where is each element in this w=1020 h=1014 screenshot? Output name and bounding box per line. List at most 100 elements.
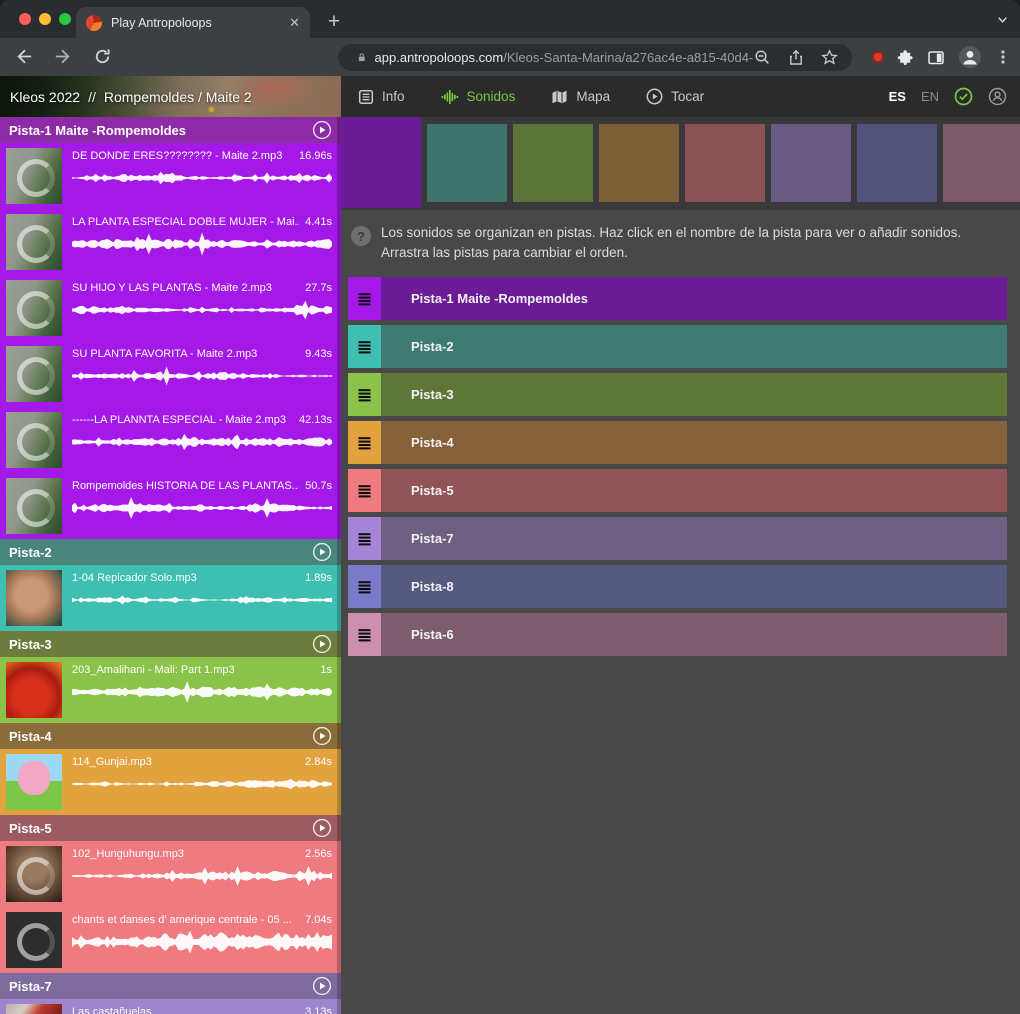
clip-item[interactable]: 114_Gunjai.mp32.84s [0,749,341,815]
drag-handle[interactable] [348,373,381,416]
play-track-button[interactable] [312,976,332,996]
play-track-button[interactable] [312,120,332,140]
clip-item[interactable]: Las castañuelas3.13s [0,999,341,1014]
track-color-swatch[interactable] [513,124,593,202]
track-row[interactable]: Pista-7 [348,517,1007,560]
url-bar[interactable]: app.antropoloops.com /Kleos-Santa-Marina… [338,44,852,71]
account-icon[interactable] [988,87,1007,106]
clip-waveform[interactable] [72,297,332,323]
track-color-swatch[interactable] [599,124,679,202]
clip-item[interactable]: 1-04 Repicador Solo.mp31.89s [0,565,341,631]
play-track-button[interactable] [312,542,332,562]
zoom-page-icon[interactable] [754,49,771,66]
clip-waveform[interactable] [72,587,332,613]
track-header[interactable]: Pista-4 [0,723,341,749]
side-panel-icon[interactable] [927,49,945,66]
clip-waveform[interactable] [72,231,332,257]
track-row[interactable]: Pista-5 [348,469,1007,512]
track-header[interactable]: Pista-7 [0,973,341,999]
track-row-body[interactable]: Pista-7 [381,517,1007,560]
clip-item[interactable]: Rompemoldes HISTORIA DE LAS PLANTAS...50… [0,473,341,539]
tab-tocar[interactable]: Tocar [646,88,704,105]
lang-en-button[interactable]: EN [921,89,939,104]
track-row[interactable]: Pista-6 [348,613,1007,656]
back-button[interactable] [14,46,35,67]
play-track-button[interactable] [312,818,332,838]
minimize-window-button[interactable] [39,13,51,25]
drag-handle[interactable] [348,277,381,320]
track-row[interactable]: Pista-3 [348,373,1007,416]
clip-item[interactable]: LA PLANTA ESPECIAL DOBLE MUJER - Mai...4… [0,209,341,275]
track-row[interactable]: Pista-4 [348,421,1007,464]
saved-check-icon[interactable] [954,87,973,106]
clip-waveform[interactable] [72,429,332,455]
play-track-button[interactable] [312,726,332,746]
track-row-name[interactable]: Pista-2 [411,339,454,354]
track-row-body[interactable]: Pista-8 [381,565,1007,608]
track-row[interactable]: Pista-1 Maite -Rompemoldes [348,277,1007,320]
drag-handle[interactable] [348,613,381,656]
track-row-body[interactable]: Pista-4 [381,421,1007,464]
clip-waveform[interactable] [72,929,332,955]
clip-waveform[interactable] [72,363,332,389]
track-row-body[interactable]: Pista-3 [381,373,1007,416]
track-row[interactable]: Pista-8 [348,565,1007,608]
lang-es-button[interactable]: ES [889,89,906,104]
track-color-swatch[interactable] [685,124,765,202]
track-row-body[interactable]: Pista-6 [381,613,1007,656]
track-row[interactable]: Pista-2 [348,325,1007,368]
track-color-swatch[interactable] [341,117,421,208]
track-color-swatch[interactable] [857,124,937,202]
track-row-body[interactable]: Pista-5 [381,469,1007,512]
clip-item[interactable]: ------LA PLANNTA ESPECIAL - Maite 2.mp34… [0,407,341,473]
share-icon[interactable] [788,49,804,66]
track-row-body[interactable]: Pista-1 Maite -Rompemoldes [381,277,1007,320]
record-indicator-icon[interactable] [872,51,884,63]
profile-avatar[interactable] [958,45,982,69]
clip-waveform[interactable] [72,679,332,705]
bookmark-star-icon[interactable] [821,49,838,66]
track-header[interactable]: Pista-3 [0,631,341,657]
clip-item[interactable]: DE DONDE ERES???????? - Maite 2.mp316.96… [0,143,341,209]
clip-waveform[interactable] [72,771,332,797]
drag-handle[interactable] [348,469,381,512]
track-row-name[interactable]: Pista-7 [411,531,454,546]
drag-handle[interactable] [348,565,381,608]
play-track-button[interactable] [312,634,332,654]
track-color-swatch[interactable] [771,124,851,202]
drag-handle[interactable] [348,517,381,560]
track-color-swatch[interactable] [427,124,507,202]
tab-info[interactable]: Info [358,89,405,105]
browser-tab[interactable]: Play Antropoloops ✕ [76,7,310,38]
track-color-swatch[interactable] [943,124,1020,202]
forward-button[interactable] [52,46,73,67]
track-row-name[interactable]: Pista-6 [411,627,454,642]
clip-item[interactable]: chants et danses d' amerique centrale - … [0,907,341,973]
drag-handle[interactable] [348,325,381,368]
track-row-name[interactable]: Pista-8 [411,579,454,594]
track-header[interactable]: Pista-5 [0,815,341,841]
track-header[interactable]: Pista-2 [0,539,341,565]
clip-item[interactable]: 203_Amalihani - Mali: Part 1.mp31s [0,657,341,723]
tab-mapa[interactable]: Mapa [551,89,610,105]
tab-search-chevron-icon[interactable] [995,12,1010,27]
track-row-name[interactable]: Pista-5 [411,483,454,498]
track-row-name[interactable]: Pista-1 Maite -Rompemoldes [411,291,588,306]
tab-close-icon[interactable]: ✕ [283,15,300,31]
new-tab-button[interactable]: + [320,8,348,36]
clip-item[interactable]: 102_Hunguhungu.mp32.56s [0,841,341,907]
drag-handle[interactable] [348,421,381,464]
zoom-window-button[interactable] [59,13,71,25]
track-row-body[interactable]: Pista-2 [381,325,1007,368]
clip-item[interactable]: SU PLANTA FAVORITA - Maite 2.mp39.43s [0,341,341,407]
track-row-name[interactable]: Pista-3 [411,387,454,402]
extensions-puzzle-icon[interactable] [897,49,914,66]
reload-button[interactable] [92,46,113,67]
clip-waveform[interactable] [72,495,332,521]
clip-waveform[interactable] [72,863,332,889]
close-window-button[interactable] [19,13,31,25]
tab-sonidos[interactable]: Sonidos [441,89,516,105]
clip-item[interactable]: SU HIJO Y LAS PLANTAS - Maite 2.mp327.7s [0,275,341,341]
clip-waveform[interactable] [72,165,332,191]
browser-menu-icon[interactable] [995,48,1011,66]
